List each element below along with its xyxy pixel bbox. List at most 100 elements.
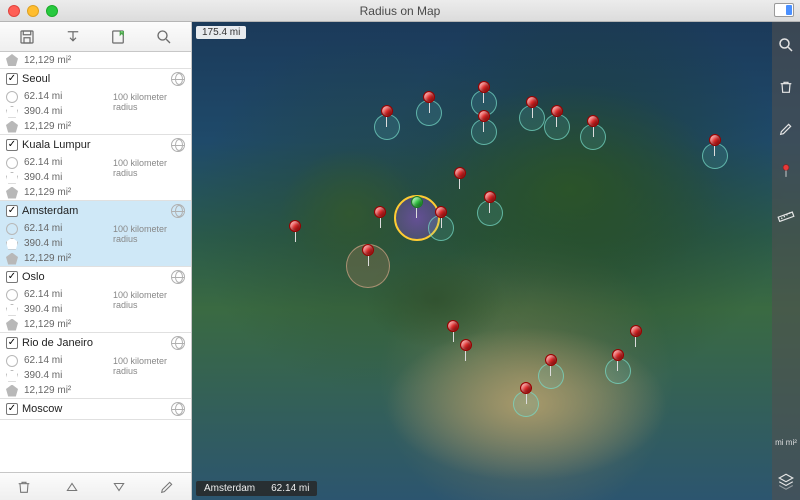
map-pin[interactable] — [447, 320, 459, 342]
globe-icon[interactable] — [171, 336, 185, 350]
rail-pin-icon[interactable] — [777, 162, 795, 180]
radius-icon — [6, 91, 18, 103]
map-pin[interactable] — [435, 206, 447, 228]
rail-search-icon[interactable] — [777, 36, 795, 54]
window-controls — [0, 5, 58, 17]
import-icon[interactable] — [61, 25, 85, 49]
area-icon — [6, 385, 18, 397]
search-icon[interactable] — [152, 25, 176, 49]
move-up-icon[interactable] — [61, 476, 83, 498]
location-item[interactable]: Oslo62.14 mi390.4 mi12,129 mi²100 kilome… — [0, 267, 191, 333]
radius-icon — [6, 355, 18, 367]
globe-icon[interactable] — [171, 402, 185, 416]
rail-trash-icon[interactable] — [777, 78, 795, 96]
area-value: 12,129 mi² — [24, 253, 71, 264]
map-pin[interactable] — [545, 354, 557, 376]
perimeter-icon — [6, 304, 18, 316]
location-item[interactable]: Kuala Lumpur62.14 mi390.4 mi12,129 mi²10… — [0, 135, 191, 201]
area-value: 12,129 mi² — [24, 55, 71, 66]
toolbar-toggle-button[interactable] — [774, 3, 794, 17]
map-tools-rail: mi mi² — [772, 22, 800, 500]
map-pin[interactable] — [289, 220, 301, 242]
map-pin[interactable] — [478, 110, 490, 132]
location-item[interactable]: Amsterdam 62.14 mi 390.4 mi 12,129 mi² 100 k… — [0, 201, 191, 267]
map-pin[interactable] — [374, 206, 386, 228]
map-pin[interactable] — [454, 167, 466, 189]
radius-label: 100 kilometer radius — [113, 221, 191, 266]
visibility-checkbox[interactable] — [6, 271, 18, 283]
minimize-window-button[interactable] — [27, 5, 39, 17]
area-value: 12,129 mi² — [24, 385, 71, 396]
map-pin[interactable] — [551, 105, 563, 127]
scale-indicator: 175.4 mi — [196, 26, 246, 39]
status-radius: 62.14 mi — [271, 483, 309, 494]
area-icon — [6, 253, 18, 265]
globe-icon[interactable] — [171, 72, 185, 86]
radius-label: 100 kilometer radius — [113, 287, 191, 332]
map-pin[interactable] — [362, 244, 374, 266]
perimeter-value: 390.4 mi — [24, 238, 62, 249]
edit-icon[interactable] — [156, 476, 178, 498]
location-item[interactable]: Seoul62.14 mi390.4 mi12,129 mi²100 kilom… — [0, 69, 191, 135]
map-pin[interactable] — [630, 325, 642, 347]
globe-icon[interactable] — [171, 270, 185, 284]
radius-icon — [6, 157, 18, 169]
perimeter-value: 390.4 mi — [24, 370, 62, 381]
perimeter-value: 390.4 mi — [24, 172, 62, 183]
perimeter-icon — [6, 370, 18, 382]
visibility-checkbox[interactable] — [6, 337, 18, 349]
status-location: Amsterdam — [204, 483, 255, 494]
map-pin[interactable] — [709, 134, 721, 156]
note-icon[interactable] — [106, 25, 130, 49]
visibility-checkbox[interactable] — [6, 205, 18, 217]
visibility-checkbox[interactable] — [6, 403, 18, 415]
map-pin[interactable] — [484, 191, 496, 213]
radius-value: 62.14 mi — [24, 157, 62, 168]
radius-icon — [6, 223, 18, 235]
location-name: Seoul — [22, 73, 167, 85]
zoom-window-button[interactable] — [46, 5, 58, 17]
map-pin[interactable] — [612, 349, 624, 371]
perimeter-icon — [6, 106, 18, 118]
rail-ruler-icon[interactable] — [777, 204, 795, 222]
map-view[interactable]: 175.4 mi Amsterdam 62.14 mi mi mi² — [192, 22, 800, 500]
globe-icon[interactable] — [171, 138, 185, 152]
titlebar: Radius on Map — [0, 0, 800, 22]
rail-layers-icon[interactable] — [777, 472, 795, 490]
list-item-tail[interactable]: 12,129 mi² — [0, 52, 191, 69]
map-pin[interactable] — [381, 105, 393, 127]
perimeter-icon — [6, 172, 18, 184]
map-pin[interactable] — [460, 339, 472, 361]
location-name: Amsterdam — [22, 205, 167, 217]
area-icon — [6, 54, 18, 66]
visibility-checkbox[interactable] — [6, 139, 18, 151]
radius-value: 62.14 mi — [24, 91, 62, 102]
map-pin[interactable] — [478, 81, 490, 103]
save-icon[interactable] — [15, 25, 39, 49]
area-value: 12,129 mi² — [24, 187, 71, 198]
radius-value: 62.14 mi — [24, 289, 62, 300]
radius-value: 62.14 mi — [24, 223, 62, 234]
rail-edit-icon[interactable] — [777, 120, 795, 138]
radius-value: 62.14 mi — [24, 355, 62, 366]
area-icon — [6, 121, 18, 133]
move-down-icon[interactable] — [108, 476, 130, 498]
map-pin[interactable] — [411, 196, 423, 218]
map-pin[interactable] — [520, 382, 532, 404]
location-name: Moscow — [22, 403, 167, 415]
close-window-button[interactable] — [8, 5, 20, 17]
location-name: Oslo — [22, 271, 167, 283]
location-item[interactable]: Moscow — [0, 399, 191, 420]
rail-unit-label[interactable]: mi mi² — [775, 439, 797, 448]
visibility-checkbox[interactable] — [6, 73, 18, 85]
map-pin[interactable] — [423, 91, 435, 113]
map-pin[interactable] — [526, 96, 538, 118]
area-value: 12,129 mi² — [24, 319, 71, 330]
perimeter-icon — [6, 238, 18, 250]
globe-icon[interactable] — [171, 204, 185, 218]
trash-icon[interactable] — [13, 476, 35, 498]
map-pin[interactable] — [587, 115, 599, 137]
radius-icon — [6, 289, 18, 301]
location-list[interactable]: 12,129 mi² Seoul 62.14 mi 390.4 mi 12,129 mi… — [0, 52, 191, 472]
location-item[interactable]: Rio de Janeiro62.14 mi390.4 mi12,129 mi²… — [0, 333, 191, 399]
